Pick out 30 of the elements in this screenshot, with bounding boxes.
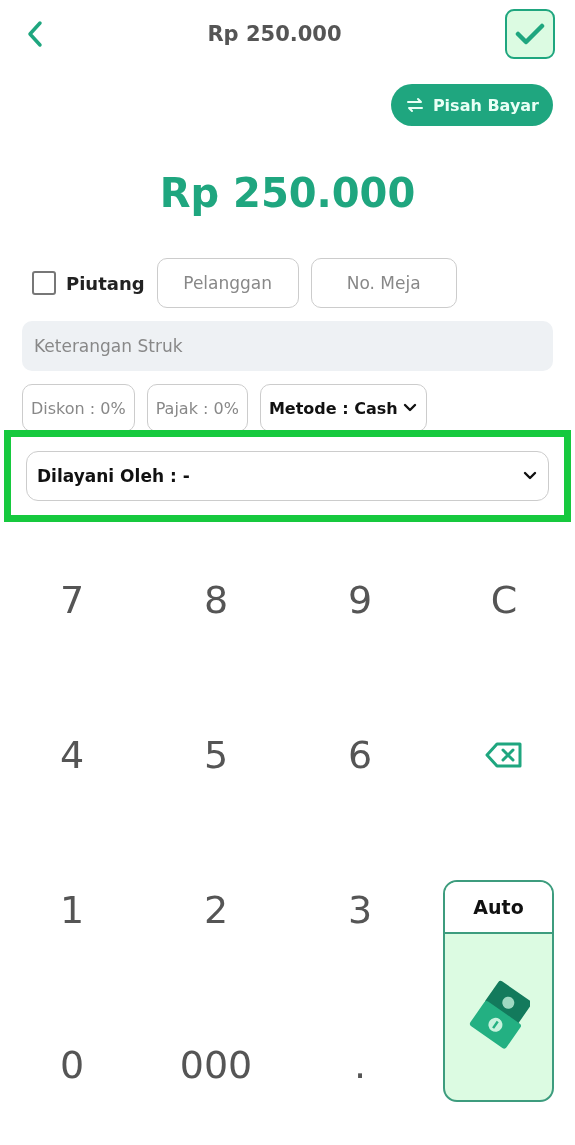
payment-method-dropdown[interactable]: Metode : Cash (259, 384, 427, 432)
auto-button[interactable]: Auto (443, 880, 554, 1102)
credit-label: Piutang (66, 272, 145, 294)
keypad-key[interactable]: C (432, 522, 575, 677)
keypad-key[interactable]: 4 (0, 677, 144, 832)
keypad-key[interactable]: 1 (0, 832, 144, 987)
confirm-button[interactable] (505, 9, 555, 59)
tax-button[interactable]: Pajak : 0% (146, 384, 248, 432)
receipt-note-field[interactable]: Keterangan Struk (22, 321, 553, 371)
customer-field[interactable]: Pelanggan (156, 258, 299, 308)
checkmark-icon (515, 22, 545, 46)
keypad-key[interactable]: 000 (144, 987, 288, 1142)
keypad-key[interactable]: 3 (288, 832, 432, 987)
keypad-key[interactable]: 9 (288, 522, 432, 677)
keypad-key[interactable]: 2 (144, 832, 288, 987)
table-number-field[interactable]: No. Meja (310, 258, 457, 308)
backspace-icon[interactable] (484, 740, 524, 769)
keypad-key[interactable]: 5 (144, 677, 288, 832)
back-icon[interactable] (26, 20, 44, 48)
discount-button[interactable]: Diskon : 0% (22, 384, 135, 432)
keypad-key[interactable]: 6 (288, 677, 432, 832)
served-by-dropdown[interactable]: Dilayani Oleh : - (26, 451, 549, 501)
keypad-key[interactable]: 0 (0, 987, 144, 1142)
keypad-key[interactable]: 7 (0, 522, 144, 677)
swap-arrows-icon (404, 97, 425, 113)
total-amount: Rp 250.000 (158, 170, 417, 216)
credit-checkbox[interactable] (32, 271, 56, 295)
keypad-key[interactable]: . (288, 987, 432, 1142)
header-title: Rp 250.000 (207, 22, 342, 46)
keypad-key[interactable]: 8 (144, 522, 288, 677)
